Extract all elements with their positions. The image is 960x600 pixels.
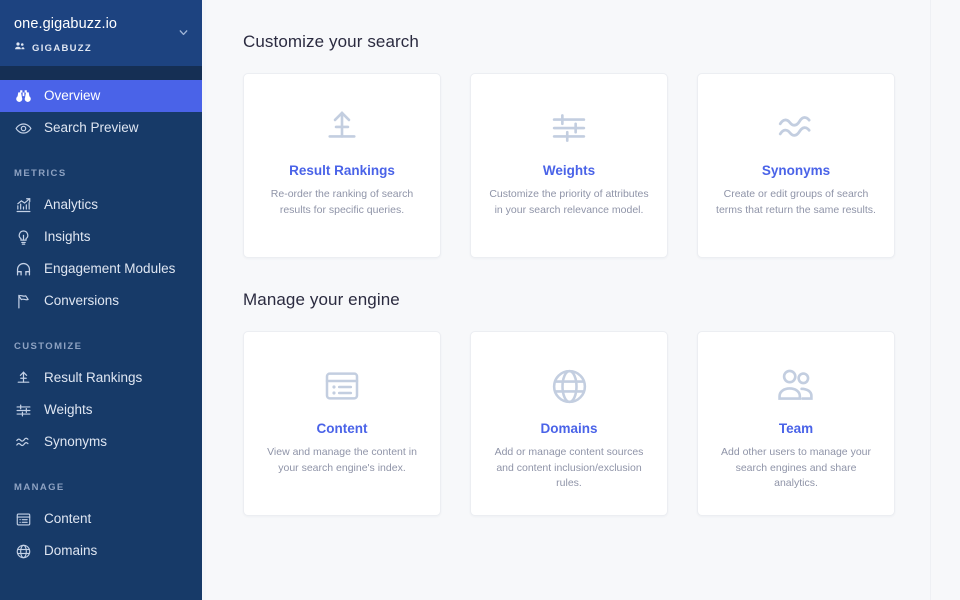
chart-growth-icon (14, 196, 32, 214)
card-result-rankings[interactable]: Result Rankings Re-order the ranking of … (243, 73, 441, 258)
sidebar-item-label: Insights (44, 229, 91, 244)
sidebar-item-analytics[interactable]: Analytics (0, 189, 206, 221)
sidebar-item-domains[interactable]: Domains (0, 535, 206, 567)
sidebar-item-label: Search Preview (44, 120, 139, 135)
card-title: Content (316, 421, 368, 436)
card-row-manage: Content View and manage the content in y… (243, 331, 920, 516)
org-subtitle: GIGABUZZ (14, 39, 190, 57)
content-window-icon (322, 360, 362, 412)
org-switcher[interactable]: one.gigabuzz.io GIGABUZZ (0, 0, 206, 66)
sidebar-section-title: MANAGE (14, 482, 65, 493)
sidebar-item-content[interactable]: Content (0, 503, 206, 535)
sidebar-item-label: Conversions (44, 293, 120, 308)
sidebar-item-weights[interactable]: Weights (0, 394, 206, 426)
sidebar-item-label: Weights (44, 402, 93, 417)
sidebar-divider (0, 66, 206, 80)
waves-icon (14, 433, 32, 451)
lightbulb-icon (14, 228, 32, 246)
card-title: Result Rankings (289, 163, 395, 178)
content-right-rule (930, 0, 931, 600)
sliders-icon (548, 102, 590, 154)
card-title: Synonyms (761, 163, 831, 178)
sidebar-item-label: Engagement Modules (44, 261, 176, 276)
card-description: Re-order the ranking of search results f… (270, 188, 414, 216)
main-content: Customize your search Result Rankings Re… (206, 0, 960, 600)
sidebar-section-metrics: METRICS Analytics Insights Engagement Mo… (0, 168, 206, 317)
org-name: one.gigabuzz.io (14, 16, 118, 32)
card-description: Add other users to manage your search en… (720, 446, 871, 489)
rankings-icon (14, 369, 32, 387)
sidebar-item-label: Content (44, 511, 92, 526)
card-content[interactable]: Content View and manage the content in y… (243, 331, 441, 516)
card-domains[interactable]: Domains Add or manage content sources an… (470, 331, 668, 516)
people-icon (14, 39, 26, 57)
sidebar-item-label: Synonyms (44, 434, 108, 449)
card-title: Weights (542, 163, 596, 178)
card-weights[interactable]: Weights Customize the priority of attrib… (470, 73, 668, 258)
rankings-icon (321, 102, 363, 154)
sidebar-item-conversions[interactable]: Conversions (0, 285, 206, 317)
section-title-manage: Manage your engine (243, 290, 400, 309)
card-title: Team (778, 421, 814, 436)
sidebar-item-insights[interactable]: Insights (0, 221, 206, 253)
people-icon (775, 360, 817, 412)
sidebar-section-manage: MANAGE Content Domains (0, 482, 206, 567)
sidebar-item-label: Overview (44, 88, 101, 103)
globe-icon (549, 360, 590, 412)
sidebar-section-title: CUSTOMIZE (14, 341, 83, 352)
binoculars-icon (14, 87, 32, 105)
org-sub-label: GIGABUZZ (32, 42, 93, 54)
card-title: Domains (540, 421, 598, 436)
app-root: one.gigabuzz.io GIGABUZZ Overview Search… (0, 0, 960, 600)
magnet-icon (14, 260, 32, 278)
sidebar-section-title: METRICS (14, 168, 67, 179)
sidebar-section-customize: CUSTOMIZE Result Rankings Weights Synony… (0, 341, 206, 458)
card-synonyms[interactable]: Synonyms Create or edit groups of search… (697, 73, 895, 258)
flag-icon (14, 292, 32, 310)
sidebar-item-engagement-modules[interactable]: Engagement Modules (0, 253, 206, 285)
sidebar-item-label: Analytics (44, 197, 99, 212)
section-title-customize: Customize your search (243, 32, 419, 51)
sidebar-item-result-rankings[interactable]: Result Rankings (0, 362, 206, 394)
card-description: Create or edit groups of search terms th… (716, 188, 876, 216)
eye-icon (14, 119, 32, 137)
sidebar-nav: Overview Search Preview METRICS Analytic… (0, 80, 206, 567)
sliders-icon (14, 401, 32, 419)
chevron-down-icon[interactable] (177, 26, 190, 44)
card-row-customize: Result Rankings Re-order the ranking of … (243, 73, 920, 258)
sidebar: one.gigabuzz.io GIGABUZZ Overview Search… (0, 0, 206, 600)
sidebar-item-label: Domains (44, 543, 98, 558)
globe-icon (14, 542, 32, 560)
sidebar-item-label: Result Rankings (44, 370, 143, 385)
card-description: View and manage the content in your sear… (267, 446, 417, 474)
waves-icon (775, 102, 817, 154)
card-description: Add or manage content sources and conten… (494, 446, 644, 489)
content-window-icon (14, 510, 32, 528)
sidebar-item-overview[interactable]: Overview (0, 80, 206, 112)
sidebar-item-search-preview[interactable]: Search Preview (0, 112, 206, 144)
sidebar-item-synonyms[interactable]: Synonyms (0, 426, 206, 458)
card-description: Customize the priority of attributes in … (489, 188, 649, 216)
card-team[interactable]: Team Add other users to manage your sear… (697, 331, 895, 516)
